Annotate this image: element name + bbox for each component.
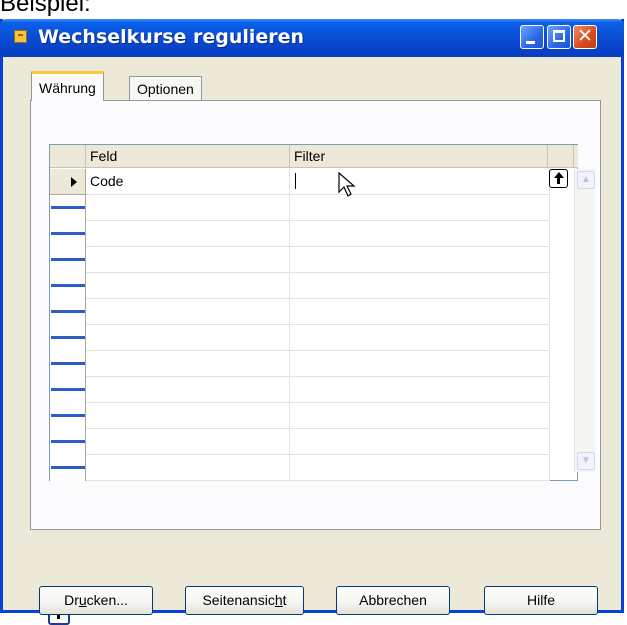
text-caret xyxy=(295,173,296,189)
cell-feld[interactable] xyxy=(86,377,290,403)
print-button-mnemonic: u xyxy=(78,592,87,608)
cell-feld[interactable] xyxy=(86,221,290,247)
table-row[interactable] xyxy=(50,195,550,221)
row-selector[interactable] xyxy=(50,221,86,247)
caption-text: Beispiel: xyxy=(0,0,91,17)
form-icon xyxy=(14,30,27,43)
table-row[interactable]: Code xyxy=(50,169,550,197)
preview-button-mnemonic: h xyxy=(274,592,283,608)
tab-waehrung[interactable]: Währung xyxy=(31,71,104,101)
vertical-scrollbar[interactable]: ▲ ▼ xyxy=(574,169,595,472)
cell-feld[interactable] xyxy=(86,325,290,351)
table-row[interactable] xyxy=(50,351,550,377)
tab-panel: Feld Filter Code ▲ ▼ xyxy=(30,100,601,625)
row-selector[interactable] xyxy=(50,455,86,481)
table-row[interactable] xyxy=(50,429,550,455)
print-button-label-b: cken... xyxy=(86,592,128,608)
cell-feld[interactable] xyxy=(86,195,290,221)
preview-button-label-b: t xyxy=(282,592,287,608)
close-button[interactable]: ✕ xyxy=(573,25,597,49)
cell-feld[interactable] xyxy=(86,247,290,273)
cell-filter[interactable] xyxy=(290,377,550,403)
table-row[interactable] xyxy=(50,221,550,247)
print-preview-button[interactable]: Seitenansicht xyxy=(185,586,304,615)
row-selector[interactable] xyxy=(50,247,86,273)
row-selector[interactable] xyxy=(50,403,86,429)
table-row[interactable] xyxy=(50,377,550,403)
table-row[interactable] xyxy=(50,403,550,429)
cell-filter[interactable] xyxy=(290,169,550,197)
current-row-arrow-icon xyxy=(71,177,77,187)
cell-feld[interactable]: Code xyxy=(86,169,290,195)
maximize-button[interactable] xyxy=(547,25,571,49)
row-selector[interactable] xyxy=(50,377,86,403)
filter-grid: Feld Filter Code ▲ ▼ xyxy=(49,144,595,481)
row-selector[interactable] xyxy=(50,351,86,377)
scroll-down-button[interactable]: ▼ xyxy=(577,452,595,470)
tab-optionen[interactable]: Optionen xyxy=(129,76,202,101)
preview-button-label-a: Seitenansic xyxy=(202,592,275,608)
cell-filter[interactable] xyxy=(290,325,550,351)
print-button-label-a: Dr xyxy=(64,592,79,608)
minimize-button[interactable] xyxy=(520,25,544,49)
cell-filter[interactable] xyxy=(290,429,550,455)
scroll-up-button[interactable]: ▲ xyxy=(577,171,595,189)
cell-filter[interactable] xyxy=(290,455,550,481)
cell-feld[interactable] xyxy=(86,403,290,429)
window-title: Wechselkurse regulieren xyxy=(38,26,305,48)
column-header-filter[interactable]: Filter xyxy=(290,145,548,168)
title-bar[interactable]: Wechselkurse regulieren ✕ xyxy=(0,19,624,57)
grid-corner-header xyxy=(50,145,86,168)
cancel-button[interactable]: Abbrechen xyxy=(336,586,450,615)
move-up-icon[interactable] xyxy=(549,169,568,188)
help-button-label: Hilfe xyxy=(526,592,555,608)
cell-feld[interactable] xyxy=(86,429,290,455)
row-selector[interactable] xyxy=(50,325,86,351)
table-row[interactable] xyxy=(50,455,550,481)
column-header-blank xyxy=(548,145,574,168)
cell-filter[interactable] xyxy=(290,273,550,299)
cell-feld[interactable] xyxy=(86,299,290,325)
column-header-end xyxy=(574,145,578,168)
cell-filter[interactable] xyxy=(290,351,550,377)
close-icon: ✕ xyxy=(577,25,593,47)
column-header-feld[interactable]: Feld xyxy=(86,145,290,168)
table-row[interactable] xyxy=(50,273,550,299)
help-button[interactable]: Hilfe xyxy=(484,586,598,615)
row-selector[interactable] xyxy=(50,195,86,221)
cell-feld[interactable] xyxy=(86,455,290,481)
cell-feld[interactable] xyxy=(86,351,290,377)
dialog-window: Wechselkurse regulieren ✕ Währung Option… xyxy=(0,19,624,625)
cell-filter[interactable] xyxy=(290,195,550,221)
table-row[interactable] xyxy=(50,247,550,273)
row-selector[interactable] xyxy=(50,429,86,455)
cancel-button-label: Abbrechen xyxy=(359,592,427,608)
cell-filter[interactable] xyxy=(290,247,550,273)
table-row[interactable] xyxy=(50,299,550,325)
cell-filter[interactable] xyxy=(290,299,550,325)
cell-feld[interactable] xyxy=(86,273,290,299)
row-selector[interactable] xyxy=(50,273,86,299)
cell-filter[interactable] xyxy=(290,221,550,247)
table-row[interactable] xyxy=(50,325,550,351)
print-button[interactable]: Drucken... xyxy=(39,586,153,615)
cell-filter[interactable] xyxy=(290,403,550,429)
row-selector[interactable] xyxy=(50,169,86,195)
row-selector[interactable] xyxy=(50,299,86,325)
